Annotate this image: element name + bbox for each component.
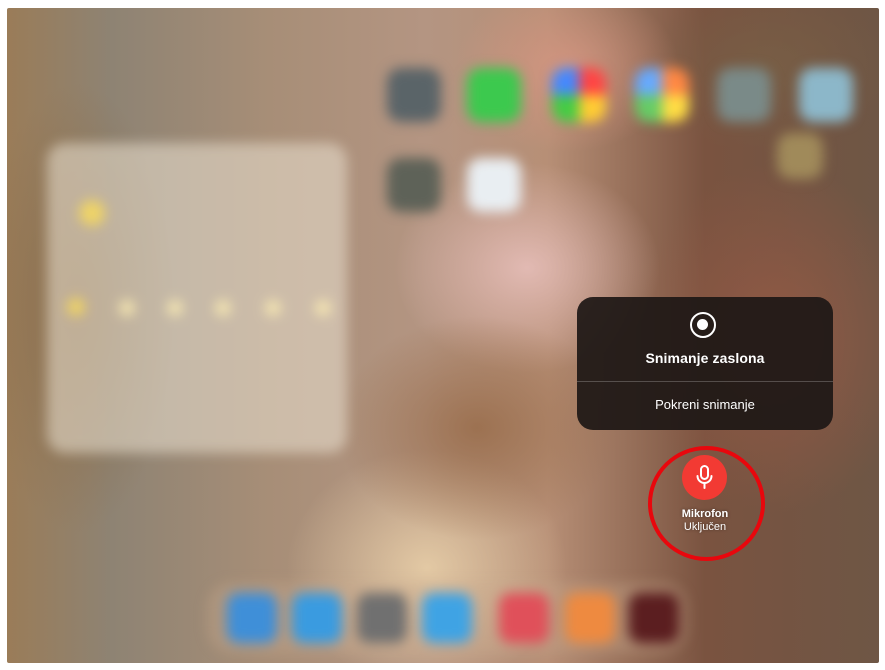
screen-recording-title: Snimanje zaslona (645, 350, 765, 366)
screen-recording-panel: Snimanje zaslona Pokreni snimanje (577, 297, 833, 430)
start-recording-button[interactable]: Pokreni snimanje (577, 382, 833, 430)
blurred-sun-icon (79, 200, 105, 226)
microphone-icon (696, 465, 713, 489)
blurred-forecast-icon (167, 300, 183, 316)
blurred-dock-icon (357, 593, 407, 643)
blurred-dock-icon (422, 593, 472, 643)
microphone-status: Uključen (683, 521, 727, 533)
blurred-forecast-icon (119, 300, 135, 316)
blurred-weather-widget (47, 143, 347, 453)
blurred-forecast-icon (215, 300, 231, 316)
blurred-photos-icon (552, 68, 606, 122)
screenshot-frame: Snimanje zaslona Pokreni snimanje Mikrof… (0, 0, 885, 670)
blurred-app-icon (717, 68, 771, 122)
blurred-forecast-icon (67, 298, 85, 316)
blurred-app-icon (635, 68, 689, 122)
blurred-forecast-icon (315, 300, 331, 316)
blurred-app-icon (777, 133, 823, 179)
blurred-facetime-icon (467, 68, 521, 122)
blurred-app-icon (467, 158, 521, 212)
blurred-app-icon (387, 68, 441, 122)
microphone-toggle-button[interactable] (682, 455, 727, 500)
blurred-dock-icon (227, 593, 277, 643)
blurred-app-icon (387, 158, 441, 212)
blurred-dock-icon (499, 593, 549, 643)
record-icon (690, 312, 716, 338)
microphone-title: Mikrofon (681, 508, 729, 520)
blurred-forecast-icon (265, 300, 281, 316)
blurred-dock-icon (565, 593, 615, 643)
microphone-label: Mikrofon Uključen (655, 508, 755, 534)
blurred-dock-icon (629, 593, 679, 643)
blurred-dock-icon (292, 593, 342, 643)
screen-recording-header: Snimanje zaslona (577, 297, 833, 381)
blurred-maps-icon (799, 68, 853, 122)
